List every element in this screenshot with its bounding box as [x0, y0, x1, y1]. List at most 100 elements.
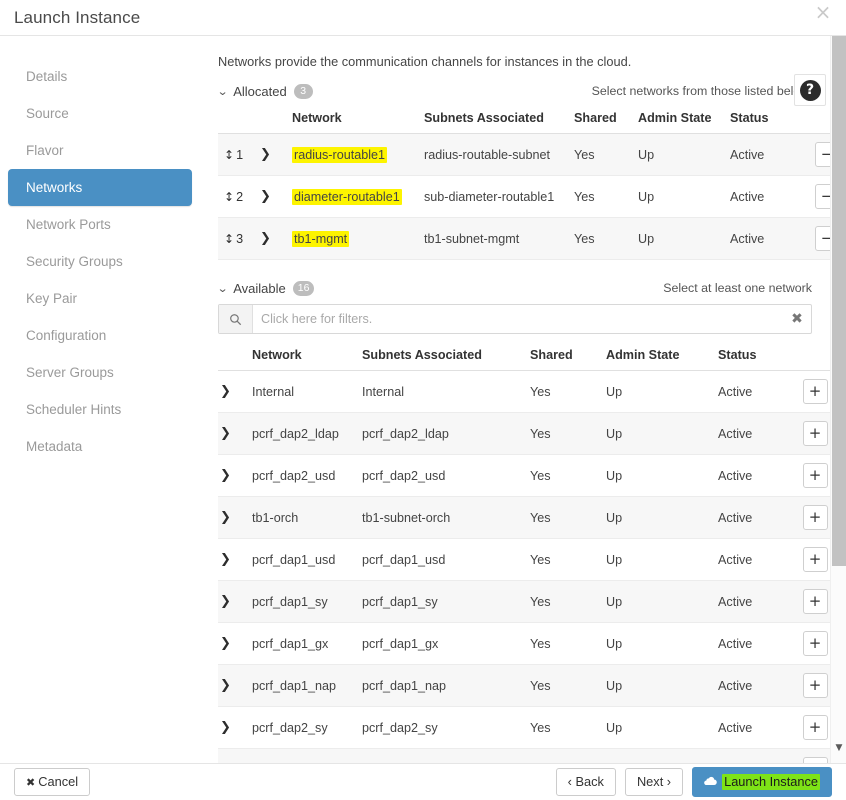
- expand-cell[interactable]: ❯: [218, 496, 246, 539]
- sidebar-item-networks[interactable]: Networks: [8, 169, 192, 206]
- cell-admin-state: Up: [600, 412, 712, 455]
- cell-status: Active: [712, 622, 790, 665]
- available-networks-table: Network Subnets Associated Shared Admin …: [218, 344, 844, 763]
- cell-admin-state: Up: [600, 664, 712, 707]
- next-button[interactable]: Next ›: [624, 768, 684, 796]
- expand-cell[interactable]: ❯: [218, 664, 246, 707]
- cancel-button[interactable]: ✖ Cancel: [14, 768, 91, 796]
- cell-admin-state: Up: [600, 538, 712, 581]
- cell-admin-state: Up: [600, 496, 712, 539]
- cell-shared: Yes: [524, 538, 600, 581]
- add-network-button[interactable]: +: [802, 715, 828, 740]
- expand-cell[interactable]: ❯: [258, 175, 286, 218]
- cell-network: tb1-mgmt: [286, 217, 418, 260]
- expand-cell[interactable]: ❯: [218, 370, 246, 413]
- add-network-button[interactable]: +: [802, 631, 828, 656]
- sidebar-item-label: Source: [26, 106, 69, 121]
- sidebar-item-source[interactable]: Source: [8, 95, 192, 132]
- sidebar-item-network-ports[interactable]: Network Ports: [8, 206, 192, 243]
- sidebar-item-security-groups[interactable]: Security Groups: [8, 243, 192, 280]
- add-network-button[interactable]: +: [802, 463, 828, 488]
- row-order-cell[interactable]: ↕ 1: [218, 133, 258, 176]
- expand-cell[interactable]: ❯: [218, 706, 246, 749]
- expand-cell[interactable]: ❯: [258, 133, 286, 176]
- cell-shared: Yes: [568, 175, 632, 218]
- dialog-footer: ✖ Cancel ‹ Back Next › Launch Instance: [0, 763, 846, 800]
- allocated-toggle[interactable]: ⌄ Allocated 3: [217, 83, 313, 99]
- expand-cell[interactable]: ❯: [218, 622, 246, 665]
- add-network-button[interactable]: +: [802, 547, 828, 572]
- table-row: ❯ pcrf_dap2_sy pcrf_dap2_sy Yes Up Active +: [218, 706, 844, 749]
- cell-network: Internal: [246, 370, 356, 413]
- search-icon: [219, 305, 253, 333]
- add-network-button[interactable]: +: [802, 673, 828, 698]
- sidebar-item-label: Flavor: [26, 143, 64, 158]
- cell-admin-state: Up: [600, 748, 712, 763]
- launch-instance-button[interactable]: Launch Instance: [692, 767, 832, 797]
- sidebar-item-details[interactable]: Details: [8, 58, 192, 95]
- sidebar-item-configuration[interactable]: Configuration: [8, 317, 192, 354]
- cell-subnet: pcrf_dap1_gx: [356, 622, 524, 665]
- sidebar-item-key-pair[interactable]: Key Pair: [8, 280, 192, 317]
- expand-cell[interactable]: ❯: [258, 217, 286, 260]
- cell-shared: Yes: [568, 133, 632, 176]
- cell-network: pcrf_dap2_rx: [246, 748, 356, 763]
- cell-status: Active: [724, 133, 802, 176]
- cell-subnet: sub-diameter-routable1: [418, 175, 568, 218]
- cell-subnet: pcrf_dap2_sy: [356, 706, 524, 749]
- cell-subnet: pcrf_dap1_usd: [356, 538, 524, 581]
- sidebar-item-label: Networks: [26, 180, 83, 195]
- cell-admin-state: Up: [600, 580, 712, 623]
- filter-bar: ✖: [218, 304, 812, 334]
- chevron-right-icon: ❯: [220, 426, 231, 441]
- clear-filter-icon[interactable]: ✖: [783, 311, 811, 327]
- cell-status: Active: [724, 217, 802, 260]
- add-network-button[interactable]: +: [802, 589, 828, 614]
- cell-status: Active: [712, 706, 790, 749]
- cell-network: pcrf_dap2_usd: [246, 454, 356, 497]
- cell-status: Active: [712, 538, 790, 581]
- available-hint: Select at least one network: [663, 281, 812, 295]
- scrollbar-thumb[interactable]: [832, 36, 846, 566]
- cell-subnet: pcrf_dap2_usd: [356, 454, 524, 497]
- expand-cell[interactable]: ❯: [218, 748, 246, 763]
- scroll-down-arrow-icon[interactable]: ▼: [831, 741, 846, 755]
- panel-description: Networks provide the communication chann…: [218, 54, 632, 69]
- chevron-right-icon: ❯: [220, 552, 231, 567]
- close-icon[interactable]: ×: [812, 0, 834, 25]
- row-order-cell[interactable]: ↕ 3: [218, 217, 258, 260]
- sidebar-item-label: Network Ports: [26, 217, 111, 232]
- expand-cell[interactable]: ❯: [218, 412, 246, 455]
- filter-input[interactable]: [253, 312, 783, 326]
- sidebar-item-metadata[interactable]: Metadata: [8, 428, 192, 465]
- vertical-scrollbar[interactable]: ▼: [830, 36, 846, 763]
- expand-cell[interactable]: ❯: [218, 580, 246, 623]
- add-network-button[interactable]: +: [802, 379, 828, 404]
- cell-network: tb1-orch: [246, 496, 356, 539]
- cell-admin-state: Up: [632, 133, 724, 176]
- cell-admin-state: Up: [600, 622, 712, 665]
- add-network-button[interactable]: +: [802, 505, 828, 530]
- question-mark-icon: ?: [799, 79, 821, 101]
- networks-panel: ? Networks provide the communication cha…: [200, 36, 846, 763]
- table-row: ❯ Internal Internal Yes Up Active +: [218, 370, 844, 413]
- cell-shared: Yes: [524, 496, 600, 539]
- sidebar-item-scheduler-hints[interactable]: Scheduler Hints: [8, 391, 192, 428]
- help-button[interactable]: ?: [794, 74, 826, 106]
- available-toggle[interactable]: ⌄ Available 16: [217, 280, 315, 296]
- back-button[interactable]: ‹ Back: [555, 768, 616, 796]
- cell-status: Active: [712, 454, 790, 497]
- cell-admin-state: Up: [632, 175, 724, 218]
- sidebar-item-server-groups[interactable]: Server Groups: [8, 354, 192, 391]
- network-name-highlight: diameter-routable1: [292, 188, 402, 205]
- add-network-button[interactable]: +: [802, 421, 828, 446]
- chevron-right-icon: ❯: [260, 147, 271, 162]
- cell-status: Active: [712, 664, 790, 707]
- expand-cell[interactable]: ❯: [218, 538, 246, 581]
- cell-subnet: pcrf_dap1_nap: [356, 664, 524, 707]
- col-network: Network: [246, 344, 356, 371]
- cell-shared: Yes: [524, 664, 600, 707]
- sidebar-item-flavor[interactable]: Flavor: [8, 132, 192, 169]
- expand-cell[interactable]: ❯: [218, 454, 246, 497]
- row-order-cell[interactable]: ↕ 2: [218, 175, 258, 218]
